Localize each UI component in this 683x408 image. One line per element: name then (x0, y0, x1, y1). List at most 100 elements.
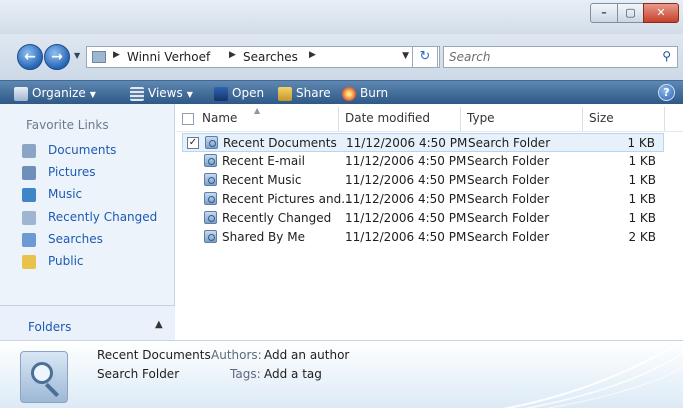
back-arrow-icon: ← (24, 49, 36, 65)
recent-pages-dropdown[interactable]: ▼ (74, 51, 80, 60)
search-folder-icon (204, 173, 217, 186)
maximize-button[interactable]: ▢ (617, 3, 644, 23)
file-list: ▲ Name Date modified Type Size ✓ Recent … (176, 104, 683, 340)
nav-link-pictures[interactable]: Pictures (22, 164, 172, 182)
tags-label: Tags: (230, 367, 261, 381)
tags-value[interactable]: Add a tag (264, 367, 322, 381)
open-button[interactable]: Open (214, 84, 264, 102)
help-icon: ? (663, 86, 670, 99)
search-folder-icon (204, 230, 217, 243)
music-icon (22, 188, 36, 202)
folders-label: Folders (28, 320, 72, 334)
documents-icon (22, 144, 36, 158)
table-row[interactable]: Recent Pictures and... 11/12/2006 4:50 P… (182, 190, 664, 209)
select-all-checkbox[interactable] (182, 113, 194, 125)
views-label: Views (148, 86, 183, 100)
table-row[interactable]: ✓ Recent Documents 11/12/2006 4:50 PM Se… (182, 133, 664, 152)
file-type: Search Folder (467, 173, 550, 187)
chevron-up-icon: ▲ (155, 319, 163, 330)
public-icon (22, 255, 36, 269)
pictures-icon (22, 166, 36, 180)
nav-link-documents[interactable]: Documents (22, 142, 172, 160)
minimize-button[interactable]: – (590, 3, 618, 23)
column-header-label: Type (467, 111, 495, 125)
search-folder-thumbnail (20, 351, 68, 403)
refresh-button[interactable]: ↻ (412, 46, 438, 68)
open-label: Open (232, 86, 265, 100)
row-checkbox[interactable]: ✓ (187, 137, 199, 149)
authors-value[interactable]: Add an author (264, 348, 349, 362)
file-name: Recently Changed (222, 211, 332, 225)
file-date: 11/12/2006 4:50 PM (345, 211, 467, 225)
file-type: Search Folder (467, 192, 550, 206)
command-bar: Organize ▼ Views ▼ Open Share Burn ? (0, 80, 683, 104)
file-date: 11/12/2006 4:50 PM (346, 136, 468, 150)
nav-link-recently-changed[interactable]: Recently Changed (22, 209, 172, 227)
file-type: Search Folder (468, 136, 551, 150)
search-folder-icon (205, 136, 218, 149)
nav-link-label: Documents (48, 143, 117, 157)
close-button[interactable]: ✕ (643, 3, 679, 23)
address-bar[interactable]: ▶ Winni Verhoef ▶ Searches ▶ ▼ (86, 46, 440, 68)
column-header-name[interactable]: ▲ Name (176, 106, 339, 131)
nav-link-public[interactable]: Public (22, 253, 172, 271)
breadcrumb-searches[interactable]: Searches (243, 50, 298, 64)
organize-button[interactable]: Organize ▼ (14, 84, 96, 102)
help-button[interactable]: ? (658, 84, 675, 101)
details-item-name: Recent Documents (97, 348, 211, 362)
file-type: Search Folder (467, 211, 550, 225)
file-size: 2 KB (628, 230, 656, 244)
chevron-down-icon: ▼ (89, 90, 96, 99)
share-icon (278, 86, 292, 101)
table-row[interactable]: Recent Music 11/12/2006 4:50 PM Search F… (182, 171, 664, 190)
search-input[interactable] (444, 47, 644, 67)
column-header-label: Date modified (345, 111, 431, 125)
search-box: ⚲ (443, 46, 678, 68)
forward-button[interactable]: → (44, 44, 70, 70)
file-type: Search Folder (467, 154, 550, 168)
share-label: Share (296, 86, 331, 100)
share-button[interactable]: Share (278, 84, 331, 102)
details-item-type: Search Folder (97, 367, 180, 381)
magnifier-handle (44, 382, 60, 398)
file-date: 11/12/2006 4:50 PM (345, 230, 467, 244)
chevron-right-icon[interactable]: ▶ (229, 50, 236, 60)
nav-link-label: Recently Changed (48, 210, 158, 224)
address-row: ← → ▼ ▶ Winni Verhoef ▶ Searches ▶ ▼ ↻ ⚲ (0, 34, 683, 80)
searches-icon (22, 233, 36, 247)
file-name: Recent Documents (223, 136, 337, 150)
file-name: Shared By Me (222, 230, 305, 244)
breadcrumb-user[interactable]: Winni Verhoef (127, 50, 210, 64)
column-header-size[interactable]: Size (583, 107, 665, 131)
nav-link-music[interactable]: Music (22, 186, 172, 204)
authors-label: Authors: (211, 348, 262, 362)
maximize-icon: ▢ (625, 6, 636, 19)
column-header-label: Name (202, 111, 238, 125)
file-size: 1 KB (627, 136, 655, 150)
organize-label: Organize (32, 86, 86, 100)
table-row[interactable]: Recent E-mail 11/12/2006 4:50 PM Search … (182, 152, 664, 171)
column-header-label: Size (589, 111, 614, 125)
folders-toggle[interactable]: Folders ▲ (0, 305, 175, 340)
column-header-date[interactable]: Date modified (339, 107, 461, 131)
table-row[interactable]: Shared By Me 11/12/2006 4:50 PM Search F… (182, 228, 664, 247)
table-row[interactable]: Recently Changed 11/12/2006 4:50 PM Sear… (182, 209, 664, 228)
nav-link-label: Public (48, 254, 84, 268)
nav-link-searches[interactable]: Searches (22, 231, 172, 249)
chevron-right-icon[interactable]: ▶ (113, 50, 120, 60)
sort-ascending-icon: ▲ (254, 106, 261, 115)
chevron-right-icon[interactable]: ▶ (309, 50, 316, 60)
address-dropdown-icon[interactable]: ▼ (402, 51, 409, 61)
nav-link-label: Pictures (48, 165, 96, 179)
header-divider (176, 131, 683, 132)
file-name: Recent Pictures and... (222, 192, 353, 206)
column-header-type[interactable]: Type (461, 107, 583, 131)
search-icon[interactable]: ⚲ (662, 49, 671, 63)
views-button[interactable]: Views ▼ (130, 84, 193, 102)
organize-icon (14, 86, 28, 101)
back-button[interactable]: ← (17, 44, 43, 70)
file-name: Recent E-mail (222, 154, 305, 168)
burn-button[interactable]: Burn (342, 84, 388, 102)
favorite-links-heading: Favorite Links (26, 118, 109, 132)
magnifier-icon (31, 362, 53, 384)
